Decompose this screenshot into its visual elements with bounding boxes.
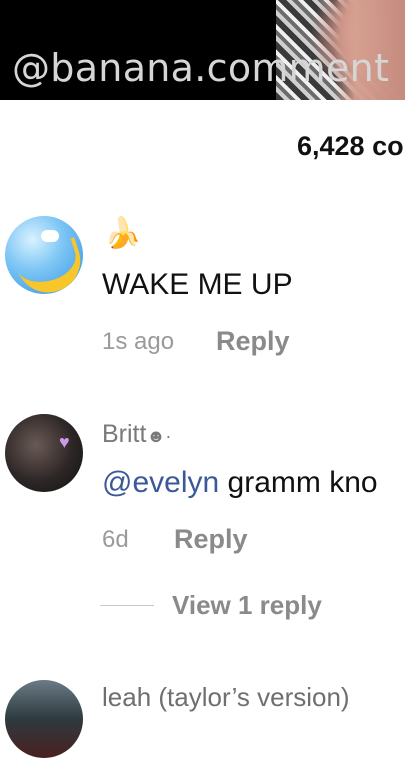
cloud-icon <box>41 230 59 242</box>
comment-count: 6,428 co <box>297 131 404 161</box>
view-replies-divider <box>100 605 154 606</box>
author-name: Britt <box>102 420 147 448</box>
comment-timestamp: 1s ago <box>102 328 175 355</box>
mention-link[interactable]: @evelyn <box>102 466 219 499</box>
watermark-text: @banana.comment <box>12 46 390 90</box>
video-header: @banana.comment <box>0 0 405 100</box>
banana-icon <box>13 237 83 294</box>
smiley-badge-icon: ☻· <box>146 426 172 446</box>
avatar[interactable] <box>5 216 83 294</box>
comment-author[interactable]: 🍌 <box>104 216 141 251</box>
comment-text: @evelyn gramm kno <box>102 466 378 500</box>
reply-button[interactable]: Reply <box>174 524 248 555</box>
comment-text: WAKE ME UP <box>102 268 293 301</box>
comment-author[interactable]: Britt☻· <box>102 420 171 449</box>
comment-timestamp: 6d <box>102 526 129 553</box>
reply-button[interactable]: Reply <box>216 326 290 357</box>
comment-body: gramm kno <box>219 466 378 499</box>
view-replies-button[interactable]: View 1 reply <box>172 590 322 621</box>
avatar[interactable]: ♥ <box>5 414 83 492</box>
avatar[interactable] <box>5 680 83 758</box>
heart-icon: ♥ <box>59 432 70 452</box>
comment-author[interactable]: leah (taylor’s version) <box>102 682 350 713</box>
